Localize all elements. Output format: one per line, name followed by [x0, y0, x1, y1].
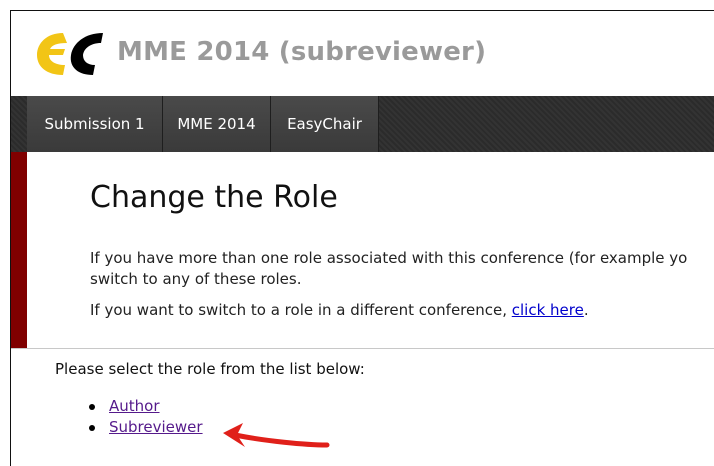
click-here-link[interactable]: click here: [512, 301, 584, 319]
tab-submission-1[interactable]: Submission 1: [27, 96, 163, 152]
author-role-link[interactable]: Author: [109, 397, 160, 415]
page-title: MME 2014 (subreviewer): [117, 37, 487, 67]
tab-mme-2014[interactable]: MME 2014: [163, 96, 271, 152]
switch-prefix: If you want to switch to a role in a dif…: [90, 301, 512, 319]
intro-text: If you have more than one role associate…: [90, 248, 714, 290]
intro-line-2: switch to any of these roles.: [90, 270, 302, 288]
info-panel: Change the Role If you have more than on…: [11, 152, 714, 349]
page-heading: Change the Role: [90, 180, 338, 215]
select-role-prompt: Please select the role from the list bel…: [55, 360, 365, 378]
list-item: Author: [89, 396, 203, 417]
accent-bar: [11, 152, 27, 348]
switch-suffix: .: [583, 301, 589, 319]
list-item: Subreviewer: [89, 417, 203, 438]
easychair-logo-icon: [37, 33, 103, 75]
switch-conference-text: If you want to switch to a role in a dif…: [90, 301, 589, 319]
annotation-arrow-icon: [223, 423, 330, 448]
role-list: Author Subreviewer: [89, 396, 203, 438]
intro-line-1: If you have more than one role associate…: [90, 249, 688, 267]
header: MME 2014 (subreviewer): [11, 11, 714, 96]
page-frame: MME 2014 (subreviewer) Submission 1 MME …: [10, 10, 714, 466]
nav-bar: Submission 1 MME 2014 EasyChair: [11, 96, 714, 152]
tab-easychair[interactable]: EasyChair: [271, 96, 379, 152]
subreviewer-role-link[interactable]: Subreviewer: [109, 418, 203, 436]
